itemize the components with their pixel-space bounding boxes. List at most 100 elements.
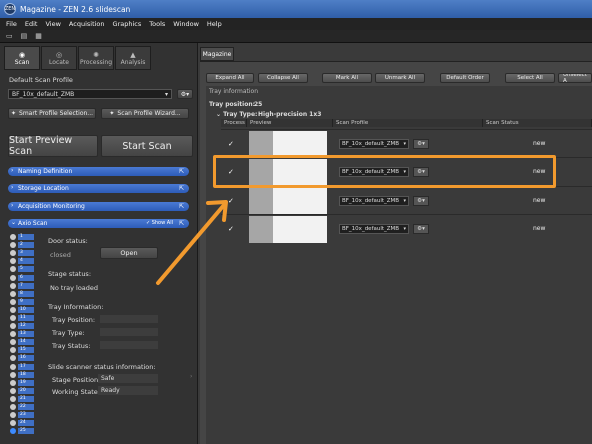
slot-item[interactable]: 14	[10, 338, 40, 346]
menu-help[interactable]: Help	[207, 20, 222, 28]
select-all-button[interactable]: Select All	[505, 73, 555, 83]
slot-item[interactable]: 2	[10, 241, 40, 249]
save-icon[interactable]: ▤	[21, 32, 28, 40]
profile-options-button[interactable]: ⚙▾	[177, 89, 193, 99]
slot-number: 8	[18, 290, 34, 297]
profile-gear-icon[interactable]: ⚙▾	[413, 224, 429, 234]
unselect-all-button[interactable]: Unselect A	[558, 73, 592, 83]
tab-magazine[interactable]: Magazine	[200, 47, 234, 61]
slot-item[interactable]: 16	[10, 354, 40, 362]
process-checkbox[interactable]: ✓	[228, 225, 234, 233]
window-title: Magazine - ZEN 2.6 slidescan	[20, 4, 131, 14]
profile-gear-icon[interactable]: ⚙▾	[413, 139, 429, 149]
slot-item[interactable]: 9	[10, 298, 40, 306]
pin-icon[interactable]: ⇱	[179, 168, 184, 175]
title-bar: ZEN Magazine - ZEN 2.6 slidescan	[0, 0, 592, 18]
menu-graphics[interactable]: Graphics	[113, 20, 142, 28]
slide-row[interactable]: ✓ BF_10x_default_ZMB ▾ ⚙▾ new	[221, 186, 592, 215]
layout-icon[interactable]: ▦	[35, 32, 42, 40]
section-naming-definition[interactable]: › Naming Definition ⇱	[8, 167, 189, 176]
collapse-handle-icon[interactable]: ›	[190, 373, 192, 380]
slot-number: 11	[18, 314, 34, 321]
pin-icon[interactable]: ⇱	[179, 220, 184, 227]
open-icon[interactable]: ▭	[6, 32, 13, 40]
slot-number: 21	[18, 395, 34, 402]
default-order-button[interactable]: Default Order	[440, 73, 490, 83]
slot-item[interactable]: 8	[10, 290, 40, 298]
slot-item[interactable]: 23	[10, 411, 40, 419]
menu-file[interactable]: File	[6, 20, 17, 28]
slot-item[interactable]: 19	[10, 379, 40, 387]
locate-icon: ◎	[55, 50, 63, 59]
slide-label-area	[249, 216, 273, 243]
slot-number: 24	[18, 420, 34, 427]
collapse-all-button[interactable]: Collapse All	[258, 73, 308, 83]
pin-icon[interactable]: ⇱	[179, 185, 184, 192]
section-acquisition-monitoring[interactable]: › Acquisition Monitoring ⇱	[8, 202, 189, 211]
column-process[interactable]: Process	[221, 119, 247, 127]
tray-type-row[interactable]: ⌄ Tray Type:	[216, 111, 257, 118]
slot-item[interactable]: 25	[10, 427, 40, 435]
smart-profile-selection-button[interactable]: ✦ Smart Profile Selection...	[8, 108, 96, 119]
tab-scan[interactable]: ◉ Scan	[4, 46, 40, 70]
slot-number: 17	[18, 363, 34, 370]
tab-locate[interactable]: ◎ Locate	[41, 46, 77, 70]
slot-item[interactable]: 6	[10, 273, 40, 281]
slot-item[interactable]: 15	[10, 346, 40, 354]
tray-information-header: Tray information	[209, 88, 259, 95]
slide-row[interactable]: ✓ BF_10x_default_ZMB ▾ ⚙▾ new	[221, 129, 592, 158]
slot-item[interactable]: 5	[10, 265, 40, 273]
slot-item[interactable]: 12	[10, 322, 40, 330]
left-tabs: ◉ Scan ◎ Locate ✺ Processing ▲ Analysis	[4, 46, 152, 70]
scan-profile-select[interactable]: BF_10x_default_ZMB ▾	[8, 89, 172, 99]
slot-item[interactable]: 10	[10, 306, 40, 314]
slot-item[interactable]: 1	[10, 233, 40, 241]
menu-tools[interactable]: Tools	[149, 20, 165, 28]
profile-gear-icon[interactable]: ⚙▾	[413, 196, 429, 206]
start-scan-button[interactable]: Start Scan	[101, 135, 193, 157]
unmark-all-button[interactable]: Unmark All	[375, 73, 425, 83]
expand-all-button[interactable]: Expand All	[206, 73, 254, 83]
menu-acquisition[interactable]: Acquisition	[69, 20, 105, 28]
slot-number: 6	[18, 274, 34, 281]
column-preview[interactable]: Preview	[247, 119, 333, 127]
section-storage-location[interactable]: › Storage Location ⇱	[8, 184, 189, 193]
slot-item[interactable]: 3	[10, 249, 40, 257]
menu-view[interactable]: View	[45, 20, 60, 28]
process-checkbox[interactable]: ✓	[228, 140, 234, 148]
slot-indicator-icon	[10, 258, 16, 265]
default-scan-profile-label: Default Scan Profile	[9, 76, 73, 84]
show-all-toggle[interactable]: ✓ Show All	[146, 220, 173, 226]
scan-profile-select[interactable]: BF_10x_default_ZMB ▾	[339, 139, 409, 149]
scan-profile-wizard-button[interactable]: ✦ Scan Profile Wizard...	[101, 108, 189, 119]
scan-profile-select[interactable]: BF_10x_default_ZMB ▾	[339, 224, 409, 234]
start-preview-scan-button[interactable]: Start Preview Scan	[8, 135, 98, 157]
column-scan-status[interactable]: Scan Status	[483, 119, 592, 127]
open-door-button[interactable]: Open	[100, 247, 158, 259]
slot-item[interactable]: 20	[10, 387, 40, 395]
slot-item[interactable]: 18	[10, 371, 40, 379]
slot-item[interactable]: 4	[10, 257, 40, 265]
slot-item[interactable]: 17	[10, 363, 40, 371]
slot-item[interactable]: 13	[10, 330, 40, 338]
scan-profile-select[interactable]: BF_10x_default_ZMB ▾	[339, 196, 409, 206]
slot-item[interactable]: 21	[10, 395, 40, 403]
slide-row[interactable]: ✓ BF_10x_default_ZMB ▾ ⚙▾ new	[221, 214, 592, 243]
slot-indicator-icon	[10, 274, 16, 281]
menu-edit[interactable]: Edit	[25, 20, 38, 28]
column-scan-profile[interactable]: Scan Profile	[333, 119, 483, 127]
tab-analysis[interactable]: ▲ Analysis	[115, 46, 151, 70]
pin-icon[interactable]: ⇱	[179, 203, 184, 210]
slot-indicator-icon	[10, 387, 16, 394]
section-axio-scan[interactable]: ⌄ Axio Scan ✓ Show All ⇱	[8, 219, 189, 228]
slot-item[interactable]: 22	[10, 403, 40, 411]
slot-item[interactable]: 7	[10, 282, 40, 290]
door-status-label: Door status:	[48, 237, 88, 245]
mark-all-button[interactable]: Mark All	[322, 73, 372, 83]
menu-window[interactable]: Window	[173, 20, 199, 28]
slot-item[interactable]: 11	[10, 314, 40, 322]
process-checkbox[interactable]: ✓	[228, 197, 234, 205]
slot-number: 25	[18, 428, 34, 435]
slot-item[interactable]: 24	[10, 419, 40, 427]
tab-processing[interactable]: ✺ Processing	[78, 46, 114, 70]
